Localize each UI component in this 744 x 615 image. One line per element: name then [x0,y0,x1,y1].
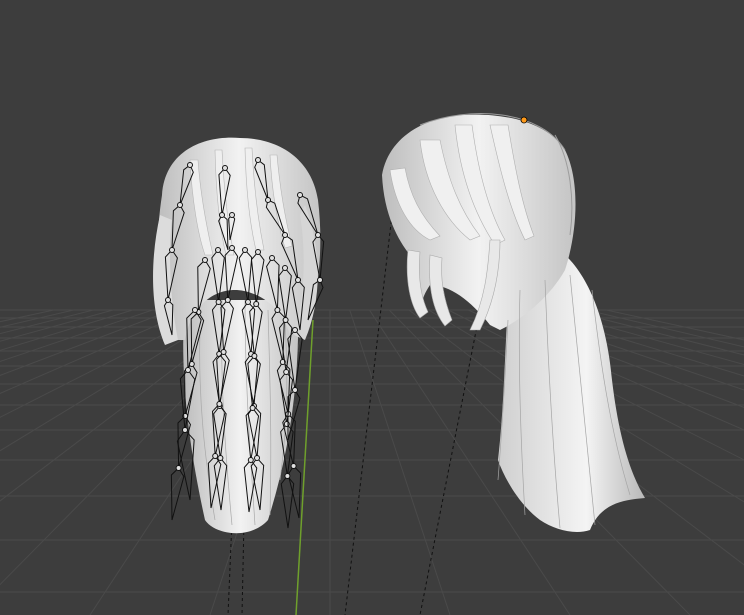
bone-joint[interactable] [217,455,224,461]
grid-line [0,309,94,335]
bone-joint[interactable] [317,277,323,283]
grid-line [0,309,54,323]
floor-grid [0,309,744,615]
bone-joint[interactable] [169,247,175,253]
object-origin-marker[interactable] [520,116,528,124]
bone-joint[interactable] [175,465,182,471]
bone-joint[interactable] [295,277,301,283]
hair-mesh-ponytail[interactable] [382,113,645,532]
bone-joint[interactable] [265,197,271,203]
bone[interactable] [280,475,295,529]
bone-joint[interactable] [212,453,219,459]
bone-joint[interactable] [283,369,290,375]
bone-joint[interactable] [202,257,208,263]
bone-joint[interactable] [177,202,183,208]
bone-joint[interactable] [182,427,188,433]
bone-joint[interactable] [247,457,254,463]
grid-line [0,309,133,351]
bone-joint[interactable] [215,299,222,305]
viewport-canvas[interactable] [0,0,744,615]
bone-joint[interactable] [315,232,321,238]
bone-joint[interactable] [222,165,228,171]
grid-line [0,309,74,328]
bone-joint[interactable] [245,299,251,305]
bone-joint[interactable] [229,245,235,251]
bone-joint[interactable] [253,301,260,307]
bone-joint[interactable] [187,162,193,168]
bone-joint[interactable] [282,232,288,238]
bone-joint[interactable] [185,367,191,373]
bone-joint[interactable] [283,421,290,427]
bone-joint[interactable] [274,307,281,313]
bone-joint[interactable] [242,247,248,253]
bone-joint[interactable] [229,212,235,218]
grid-line [0,309,193,394]
bone-joint[interactable] [220,349,227,355]
bone-joint[interactable] [192,307,198,313]
bone-joint[interactable] [216,401,223,407]
bone-joint[interactable] [292,387,298,393]
bone-joint[interactable] [282,265,288,271]
bone-joint[interactable] [297,192,303,198]
bone-joint[interactable] [165,297,171,303]
bone-joint[interactable] [269,255,275,261]
bone-joint[interactable] [255,249,261,255]
bone-joint[interactable] [219,212,225,218]
bone-joint[interactable] [255,157,261,163]
bone-joint[interactable] [249,405,256,411]
bone-joint[interactable] [251,353,258,359]
hair-mesh-with-armature[interactable] [153,137,325,534]
grid-line [0,309,153,363]
bone-joint[interactable] [254,455,260,461]
bone-joint[interactable] [284,473,291,479]
3d-viewport[interactable] [0,0,744,615]
bone-joint[interactable] [292,327,298,333]
bone-joint[interactable] [282,317,289,323]
bone-joint[interactable] [215,247,221,253]
bone-joint[interactable] [224,297,231,303]
bone-joint[interactable] [290,463,297,469]
